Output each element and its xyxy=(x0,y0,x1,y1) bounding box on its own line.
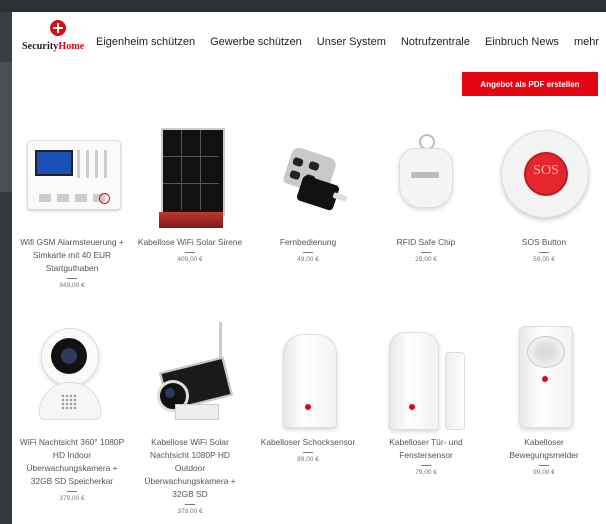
product-price: 379,00 € xyxy=(177,508,203,515)
product-name[interactable]: WiFi Nachtsicht 360° 1080P HD Indoor Übe… xyxy=(17,436,127,488)
product-name[interactable]: SOS Button xyxy=(489,236,599,249)
sos-label: SOS xyxy=(533,163,559,178)
product-card[interactable]: Wifi GSM Alarmsteuerung + Simkarte mit 4… xyxy=(17,122,127,289)
browser-top-edge xyxy=(0,0,606,12)
main-nav: Eigenheim schützen Gewerbe schützen Unse… xyxy=(96,36,606,48)
outdoor-camera-icon xyxy=(135,322,245,432)
product-price: 79,00 € xyxy=(415,469,437,476)
divider xyxy=(303,452,313,453)
product-card[interactable]: Fernbedienung 49,00 € xyxy=(253,122,363,263)
remote-key-icon xyxy=(253,122,363,232)
product-card[interactable]: Kabelloser Tür- und Fenstersensor 79,00 … xyxy=(371,322,481,476)
product-card[interactable]: Kabellose WiFi Solar Sirene 409,00 € xyxy=(135,122,245,263)
sos-button-icon: SOS xyxy=(489,122,599,232)
product-price: 409,00 € xyxy=(177,256,203,263)
product-price: 29,00 € xyxy=(415,256,437,263)
product-price: 379,00 € xyxy=(59,495,85,502)
divider xyxy=(421,465,431,466)
divider xyxy=(539,465,549,466)
product-name[interactable]: Kabellose WiFi Solar Sirene xyxy=(135,236,245,249)
nav-mehr[interactable]: mehr xyxy=(574,36,599,48)
product-card[interactable]: Kabellose WiFi Solar Nachtsicht 1080P HD… xyxy=(135,322,245,515)
product-card[interactable]: Kabelloser Schocksensor 89,00 € xyxy=(253,322,363,463)
door-sensor-icon xyxy=(371,322,481,432)
product-price: 99,00 € xyxy=(533,469,555,476)
header: SecurityHome Eigenheim schützen Gewerbe … xyxy=(12,12,606,72)
product-name[interactable]: Kabellose WiFi Solar Nachtsicht 1080P HD… xyxy=(135,436,245,501)
product-price: 49,00 € xyxy=(297,256,319,263)
product-name[interactable]: Kabelloser Schocksensor xyxy=(253,436,363,449)
product-card[interactable]: WiFi Nachtsicht 360° 1080P HD Indoor Übe… xyxy=(17,322,127,502)
solar-siren-icon xyxy=(135,122,245,232)
divider xyxy=(185,504,195,505)
logo-cross-icon xyxy=(50,20,66,36)
divider xyxy=(303,252,313,253)
product-card[interactable]: SOS SOS Button 59,00 € xyxy=(489,122,599,263)
indoor-camera-icon xyxy=(17,322,127,432)
nav-system[interactable]: Unser System xyxy=(317,36,386,48)
product-price: 89,00 € xyxy=(297,456,319,463)
divider xyxy=(185,252,195,253)
product-name[interactable]: Kabelloser Bewegungsmelder xyxy=(489,436,599,462)
product-price: 59,00 € xyxy=(533,256,555,263)
background-strip xyxy=(0,12,12,524)
alarm-panel-icon xyxy=(17,122,127,232)
pdf-offer-button[interactable]: Angebot als PDF erstellen xyxy=(462,72,598,96)
product-name[interactable]: RFID Safe Chip xyxy=(371,236,481,249)
page: SecurityHome Eigenheim schützen Gewerbe … xyxy=(12,12,606,524)
divider xyxy=(421,252,431,253)
product-name[interactable]: Wifi GSM Alarmsteuerung + Simkarte mit 4… xyxy=(17,236,127,275)
product-name[interactable]: Fernbedienung xyxy=(253,236,363,249)
nav-notrufzentrale[interactable]: Notrufzentrale xyxy=(401,36,470,48)
logo[interactable]: SecurityHome xyxy=(22,20,102,60)
nav-einbruch-news[interactable]: Einbruch News xyxy=(485,36,559,48)
rfid-chip-icon xyxy=(371,122,481,232)
product-card[interactable]: RFID Safe Chip 29,00 € xyxy=(371,122,481,263)
motion-sensor-icon xyxy=(489,322,599,432)
shock-sensor-icon xyxy=(253,322,363,432)
divider xyxy=(67,278,77,279)
product-card[interactable]: Kabelloser Bewegungsmelder 99,00 € xyxy=(489,322,599,476)
nav-eigenheim[interactable]: Eigenheim schützen xyxy=(96,36,195,48)
divider xyxy=(539,252,549,253)
divider xyxy=(67,491,77,492)
nav-gewerbe[interactable]: Gewerbe schützen xyxy=(210,36,302,48)
logo-text: SecurityHome xyxy=(22,41,85,52)
product-price: 849,00 € xyxy=(59,282,85,289)
product-name[interactable]: Kabelloser Tür- und Fenstersensor xyxy=(371,436,481,462)
